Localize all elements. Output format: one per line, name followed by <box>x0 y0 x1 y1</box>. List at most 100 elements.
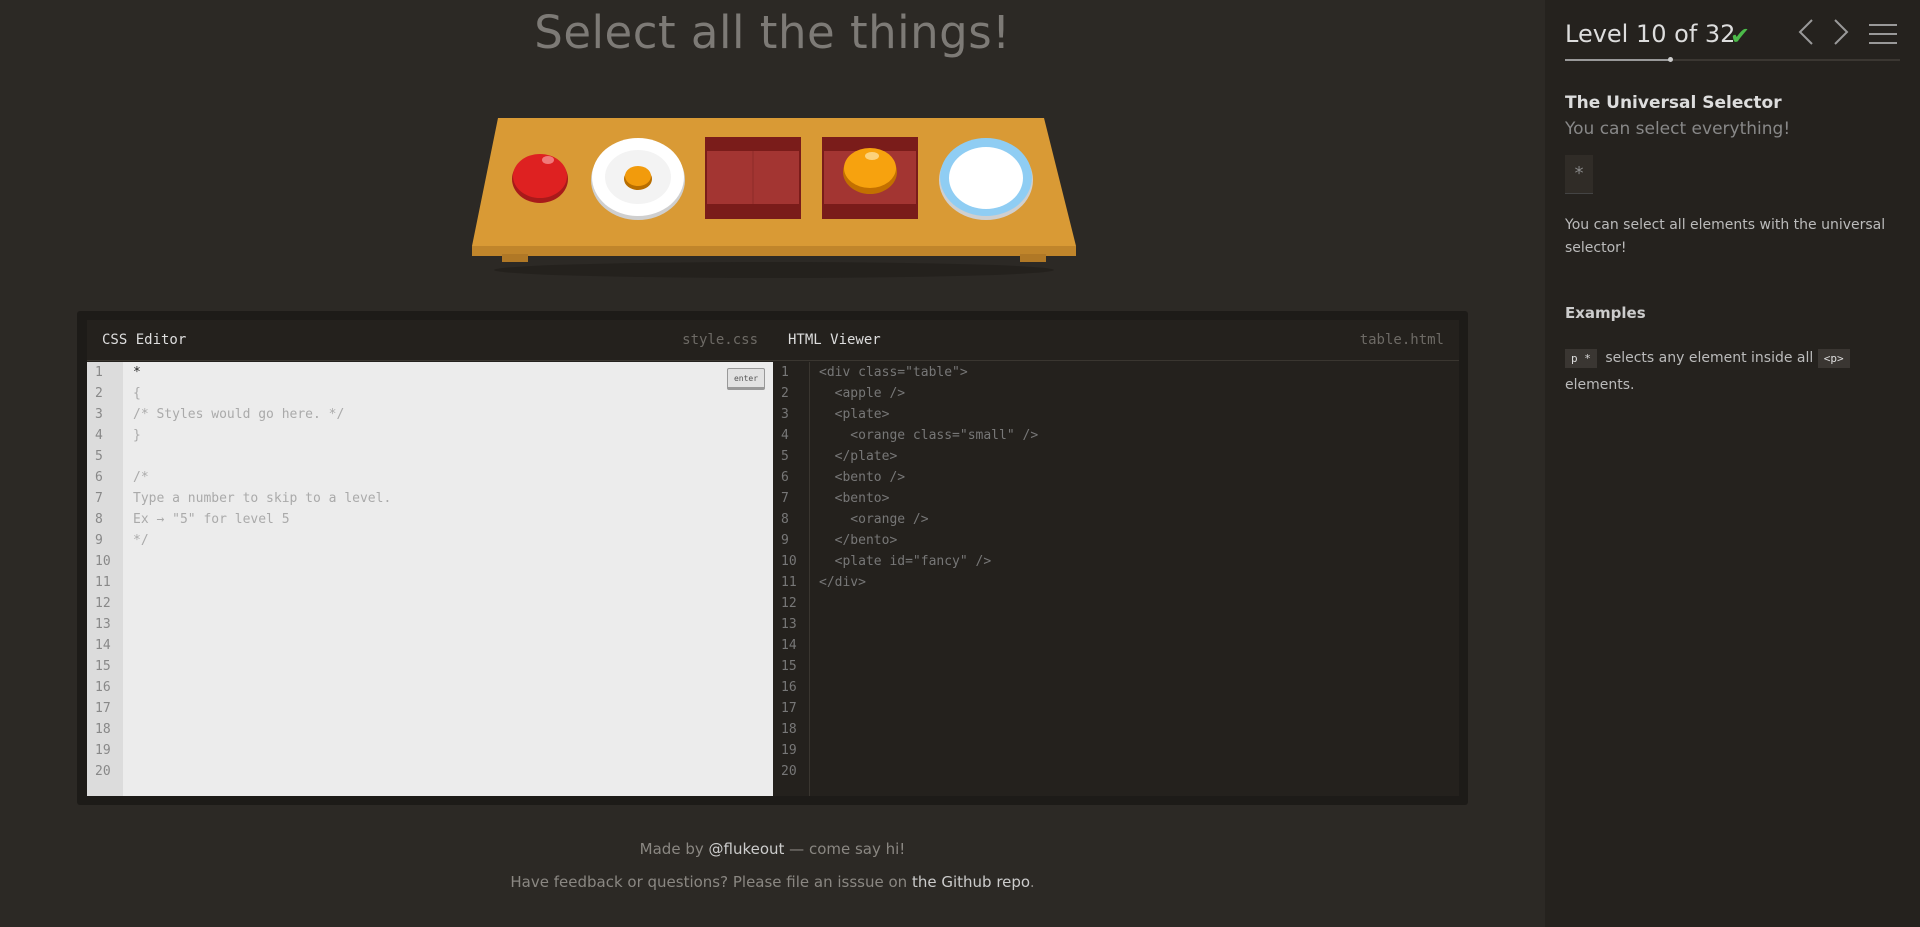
line-number: 7 <box>95 491 103 506</box>
html-line[interactable]: <bento> <box>819 488 1459 509</box>
line-number: 10 <box>95 554 111 569</box>
line-number: 3 <box>95 407 103 422</box>
line-number: 17 <box>781 701 797 716</box>
level-progress-fill <box>1565 59 1670 61</box>
previous-level-button[interactable] <box>1797 18 1815 53</box>
line-number: 4 <box>95 428 103 443</box>
line-number: 20 <box>95 764 111 779</box>
footer-feedback-prefix: Have feedback or questions? Please file … <box>510 873 912 891</box>
table-leg-right <box>1020 254 1046 262</box>
selector-syntax: * <box>1565 155 1593 194</box>
example-text: elements. <box>1565 377 1635 393</box>
level-indicator: Level 10 of 32 <box>1565 20 1736 48</box>
main-area: Select all the things! CSS Editor style.… <box>0 0 1545 927</box>
line-number: 15 <box>781 659 797 674</box>
example-code: <p> <box>1817 349 1850 368</box>
html-file-name: table.html <box>1359 332 1444 348</box>
css-code-line: /* <box>133 470 149 485</box>
page-title: Select all the things! <box>534 6 1011 59</box>
css-input-line[interactable]: * <box>133 362 773 383</box>
css-file-name: style.css <box>682 332 758 348</box>
table-leg-left <box>502 254 528 262</box>
hamburger-menu-icon <box>1869 24 1897 44</box>
examples-heading: Examples <box>1565 304 1646 322</box>
line-number: 6 <box>781 470 789 485</box>
enter-button[interactable]: enter <box>727 368 765 390</box>
table-shadow <box>494 262 1054 278</box>
html-line[interactable]: </bento> <box>819 530 1459 551</box>
level-subtitle: You can select everything! <box>1565 119 1791 139</box>
html-line[interactable]: <div class="table"> <box>819 362 1459 383</box>
line-number: 9 <box>781 533 789 548</box>
html-viewer-label: HTML Viewer <box>788 332 881 348</box>
line-number: 6 <box>95 470 103 485</box>
fancy-plate[interactable] <box>939 138 1033 220</box>
html-line[interactable]: <orange class="small" /> <box>819 425 1459 446</box>
line-number: 5 <box>95 449 103 464</box>
line-number: 2 <box>95 386 103 401</box>
line-number: 17 <box>95 701 111 716</box>
line-number: 9 <box>95 533 103 548</box>
chevron-right-icon <box>1834 19 1849 45</box>
line-number: 7 <box>781 491 789 506</box>
html-line-numbers: 1 2 3 4 5 6 7 8 9 10 11 12 13 14 15 16 1… <box>773 362 810 796</box>
dinner-table <box>472 118 1076 283</box>
line-number: 8 <box>781 512 789 527</box>
chevron-left-icon <box>1798 19 1813 45</box>
footer-feedback-suffix: . <box>1029 873 1035 891</box>
example-code: p * <box>1565 349 1597 368</box>
html-viewer-pane: HTML Viewer table.html 1 2 3 4 5 6 7 8 9… <box>773 320 1459 796</box>
line-number: 2 <box>781 386 789 401</box>
html-line[interactable]: <bento /> <box>819 467 1459 488</box>
level-progress-bar <box>1565 57 1900 62</box>
level-title: The Universal Selector <box>1565 93 1782 113</box>
line-number: 10 <box>781 554 797 569</box>
line-number: 20 <box>781 764 797 779</box>
css-code-line: /* Styles would go here. */ <box>133 407 345 422</box>
example-text: selects any element inside all <box>1600 350 1818 366</box>
level-sidebar: Level 10 of 32 ✔ The Universal Selector … <box>1545 0 1920 927</box>
line-number: 14 <box>781 638 797 653</box>
css-code-line: } <box>133 428 141 443</box>
html-line[interactable]: <apple /> <box>819 383 1459 404</box>
line-number: 11 <box>781 575 797 590</box>
html-markup: <div class="table"> <apple /> <plate> <o… <box>819 362 1459 796</box>
plate-with-small-orange[interactable] <box>591 138 685 220</box>
html-line[interactable]: <plate> <box>819 404 1459 425</box>
apple[interactable] <box>512 154 568 203</box>
line-number: 11 <box>95 575 111 590</box>
bento-empty[interactable] <box>705 137 801 219</box>
line-number: 18 <box>781 722 797 737</box>
css-code-line: Type a number to skip to a level. <box>133 491 392 506</box>
line-number: 8 <box>95 512 103 527</box>
css-code-line: */ <box>133 533 149 548</box>
level-menu-button[interactable] <box>1869 22 1897 52</box>
footer-credit-prefix: Made by <box>639 840 709 858</box>
line-number: 12 <box>95 596 111 611</box>
line-number: 16 <box>95 680 111 695</box>
css-line-numbers: 1 2 3 4 5 6 7 8 9 10 11 12 13 14 15 16 1… <box>87 362 123 796</box>
html-viewer-header: HTML Viewer table.html <box>773 320 1459 361</box>
line-number: 4 <box>781 428 789 443</box>
html-line[interactable]: </div> <box>819 572 1459 593</box>
level-progress-marker <box>1667 57 1673 62</box>
line-number: 18 <box>95 722 111 737</box>
line-number: 3 <box>781 407 789 422</box>
bento-with-orange[interactable] <box>822 137 918 219</box>
line-number: 19 <box>781 743 797 758</box>
github-repo-link[interactable]: the Github repo <box>912 873 1030 891</box>
line-number: 1 <box>95 365 103 380</box>
flukeout-link[interactable]: @flukeout <box>709 840 785 858</box>
line-number: 15 <box>95 659 111 674</box>
css-input[interactable]: * { /* Styles would go here. */ } /* Typ… <box>123 362 773 796</box>
css-code-line: Ex → "5" for level 5 <box>133 512 290 527</box>
footer-credit: Made by @flukeout — come say hi! <box>0 840 1545 858</box>
html-line[interactable]: <plate id="fancy" /> <box>819 551 1459 572</box>
line-number: 1 <box>781 365 789 380</box>
footer-feedback: Have feedback or questions? Please file … <box>0 873 1545 891</box>
css-editor-label: CSS Editor <box>102 332 187 348</box>
html-line[interactable]: </plate> <box>819 446 1459 467</box>
html-line[interactable]: <orange /> <box>819 509 1459 530</box>
css-code-line <box>133 446 773 467</box>
next-level-button[interactable] <box>1832 18 1850 53</box>
